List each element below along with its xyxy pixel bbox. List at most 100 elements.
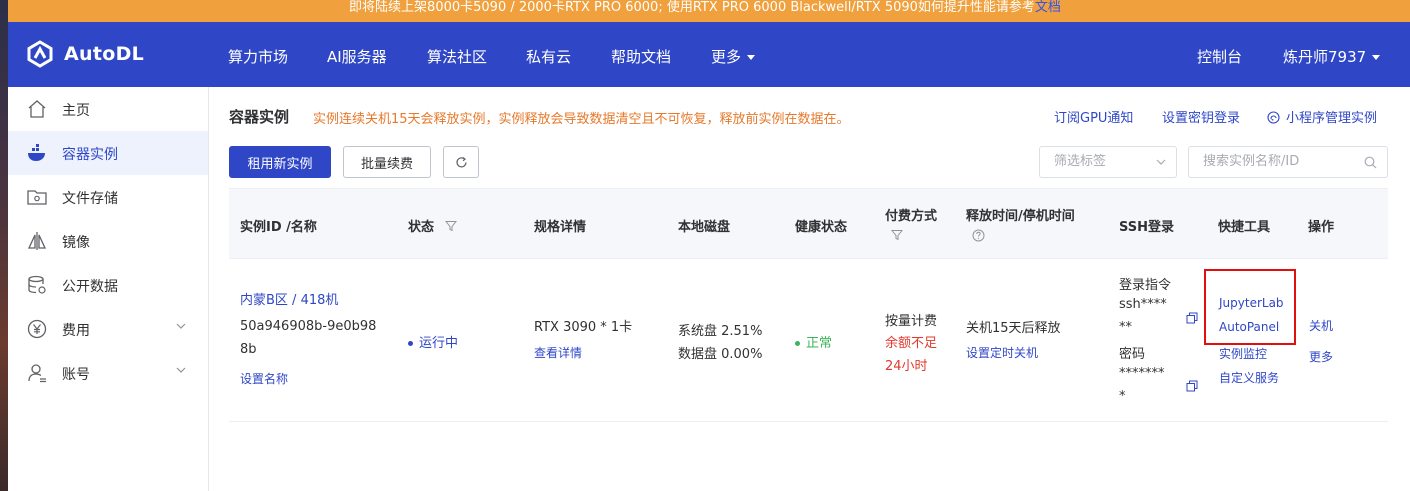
- nav-console[interactable]: 控制台: [1197, 46, 1242, 67]
- batch-renew-button[interactable]: 批量续费: [343, 146, 431, 178]
- yen-icon: [27, 319, 47, 339]
- filter-icon[interactable]: [444, 220, 457, 232]
- sidebar-item-label: 主页: [62, 103, 90, 119]
- col-disk: 本地磁盘: [678, 220, 731, 235]
- brand-name: AutoDL: [64, 43, 145, 65]
- home-icon: [28, 100, 46, 118]
- status-text: 运行中: [419, 336, 459, 351]
- table-header: 实例ID /名称 状态 规格详情 本地磁盘 健康状态 付费方式 释放时间/停机时…: [229, 188, 1388, 259]
- sidebar-item-label: 文件存储: [62, 191, 118, 207]
- chevron-down-icon: [1156, 159, 1166, 165]
- rent-new-instance-button[interactable]: 租用新实例: [229, 146, 331, 178]
- col-ops: 操作: [1308, 220, 1335, 235]
- col-tools: 快捷工具: [1218, 220, 1271, 235]
- chevron-down-icon: [176, 367, 186, 373]
- sidebar-item-storage[interactable]: 文件存储: [8, 175, 208, 219]
- chevron-down-icon: [176, 323, 186, 329]
- brand-logo[interactable]: AutoDL: [26, 40, 144, 68]
- folder-icon: [27, 190, 47, 205]
- sidebar-item-container[interactable]: 容器实例: [8, 131, 208, 175]
- disk-system: 系统盘 2.51%: [678, 324, 763, 339]
- autodl-logo-icon: [27, 40, 53, 68]
- help-icon[interactable]: [972, 229, 985, 242]
- col-status-label: 状态: [408, 220, 435, 235]
- sidebar-item-label: 公开数据: [62, 279, 118, 295]
- view-details-link[interactable]: 查看详情: [534, 344, 582, 361]
- sidebar: 主页 容器实例 文件存储 镜像 公开数据 费用 账号: [8, 87, 209, 491]
- nav-ai-server[interactable]: AI服务器: [327, 46, 387, 67]
- ssh-cmd-value-1: ssh****: [1119, 297, 1167, 312]
- search-icon: [1364, 156, 1377, 169]
- tool-custom-service[interactable]: 自定义服务: [1219, 369, 1279, 386]
- instance-search-input[interactable]: 搜索实例名称/ID: [1188, 146, 1388, 178]
- nav-private-cloud[interactable]: 私有云: [526, 46, 571, 67]
- instance-id-line1: 50a946908b-9e0b98: [240, 319, 377, 334]
- disk-data: 数据盘 0.00%: [678, 347, 763, 362]
- refresh-button[interactable]: [443, 146, 479, 178]
- instance-region[interactable]: 内蒙B区 / 418机: [240, 289, 338, 308]
- search-placeholder: 搜索实例名称/ID: [1203, 154, 1300, 169]
- mirror-icon: [27, 232, 47, 250]
- subscribe-gpu-link[interactable]: 订阅GPU通知: [1054, 107, 1133, 126]
- tool-monitor[interactable]: 实例监控: [1219, 345, 1267, 362]
- billing-type: 按量计费: [885, 314, 938, 329]
- tag-filter-placeholder: 筛选标签: [1054, 154, 1107, 169]
- col-spec: 规格详情: [534, 220, 587, 235]
- tag-filter-select[interactable]: 筛选标签: [1039, 146, 1177, 178]
- copy-icon[interactable]: [1186, 312, 1198, 324]
- col-health: 健康状态: [795, 220, 848, 235]
- sidebar-item-label: 账号: [62, 367, 90, 383]
- more-ops-button[interactable]: 更多: [1309, 348, 1333, 365]
- set-name-link[interactable]: 设置名称: [240, 370, 288, 387]
- sidebar-item-home[interactable]: 主页: [8, 87, 208, 131]
- col-billing: 付费方式: [885, 209, 938, 224]
- database-icon: [28, 275, 46, 294]
- ssh-pwd-value-1: *******: [1119, 366, 1165, 381]
- ssh-cmd-label: 登录指令: [1119, 278, 1172, 293]
- miniapp-manage-link[interactable]: 小程序管理实例: [1267, 107, 1377, 126]
- spec-gpu: RTX 3090 * 1卡: [534, 320, 633, 335]
- health-dot: [795, 341, 800, 346]
- sidebar-item-images[interactable]: 镜像: [8, 219, 208, 263]
- health-text: 正常: [806, 336, 833, 351]
- health-badge: 正常: [795, 332, 832, 351]
- announcement-banner: 即将陆续上架8000卡5090 / 2000卡RTX PRO 6000; 使用R…: [0, 0, 1410, 22]
- instance-id-line2: 8b: [240, 342, 257, 357]
- annotation-highlight-box: [1204, 269, 1296, 345]
- banner-doc-link[interactable]: 文档: [1035, 0, 1061, 15]
- copy-icon[interactable]: [1186, 380, 1198, 392]
- background-strip: [0, 0, 8, 491]
- page-title: 容器实例: [229, 108, 290, 126]
- top-navbar: AutoDL 算力市场 AI服务器 算法社区 私有云 帮助文档 更多 控制台 炼…: [0, 22, 1410, 87]
- nav-help-docs[interactable]: 帮助文档: [611, 46, 671, 67]
- container-icon: [28, 144, 45, 161]
- nav-market[interactable]: 算力市场: [228, 46, 288, 67]
- sidebar-item-public-data[interactable]: 公开数据: [8, 263, 208, 307]
- filter-icon[interactable]: [891, 229, 903, 241]
- status-badge: 运行中: [408, 332, 458, 351]
- sidebar-item-billing[interactable]: 费用: [8, 307, 208, 351]
- col-status[interactable]: 状态: [408, 216, 457, 235]
- billing-warning-1: 余额不足: [885, 336, 938, 351]
- nav-more[interactable]: 更多: [711, 46, 755, 67]
- ssh-pwd-label: 密码: [1119, 347, 1146, 362]
- release-notice: 实例连续关机15天会释放实例，实例释放会导致数据清空且不可恢复，释放前实例在数据…: [313, 112, 850, 127]
- shutdown-button[interactable]: 关机: [1309, 317, 1333, 334]
- col-release: 释放时间/停机时间: [966, 209, 1075, 224]
- refresh-icon: [455, 156, 467, 167]
- nav-user-menu[interactable]: 炼丹师7937: [1283, 46, 1380, 67]
- miniapp-icon: [1267, 111, 1280, 124]
- user-icon: [28, 364, 46, 383]
- sidebar-item-label: 费用: [62, 323, 90, 339]
- billing-warning-2: 24小时: [885, 359, 928, 374]
- sidebar-item-label: 镜像: [62, 235, 90, 251]
- col-ssh: SSH登录: [1119, 220, 1175, 235]
- set-key-login-link[interactable]: 设置密钥登录: [1162, 107, 1240, 126]
- nav-community[interactable]: 算法社区: [427, 46, 487, 67]
- ssh-pwd-value-2: *: [1119, 389, 1126, 404]
- col-instance-id: 实例ID /名称: [240, 220, 317, 235]
- schedule-shutdown-link[interactable]: 设置定时关机: [966, 344, 1038, 361]
- release-policy: 关机15天后释放: [966, 321, 1061, 336]
- sidebar-item-account[interactable]: 账号: [8, 351, 208, 395]
- banner-text: 即将陆续上架8000卡5090 / 2000卡RTX PRO 6000; 使用R…: [349, 0, 1035, 15]
